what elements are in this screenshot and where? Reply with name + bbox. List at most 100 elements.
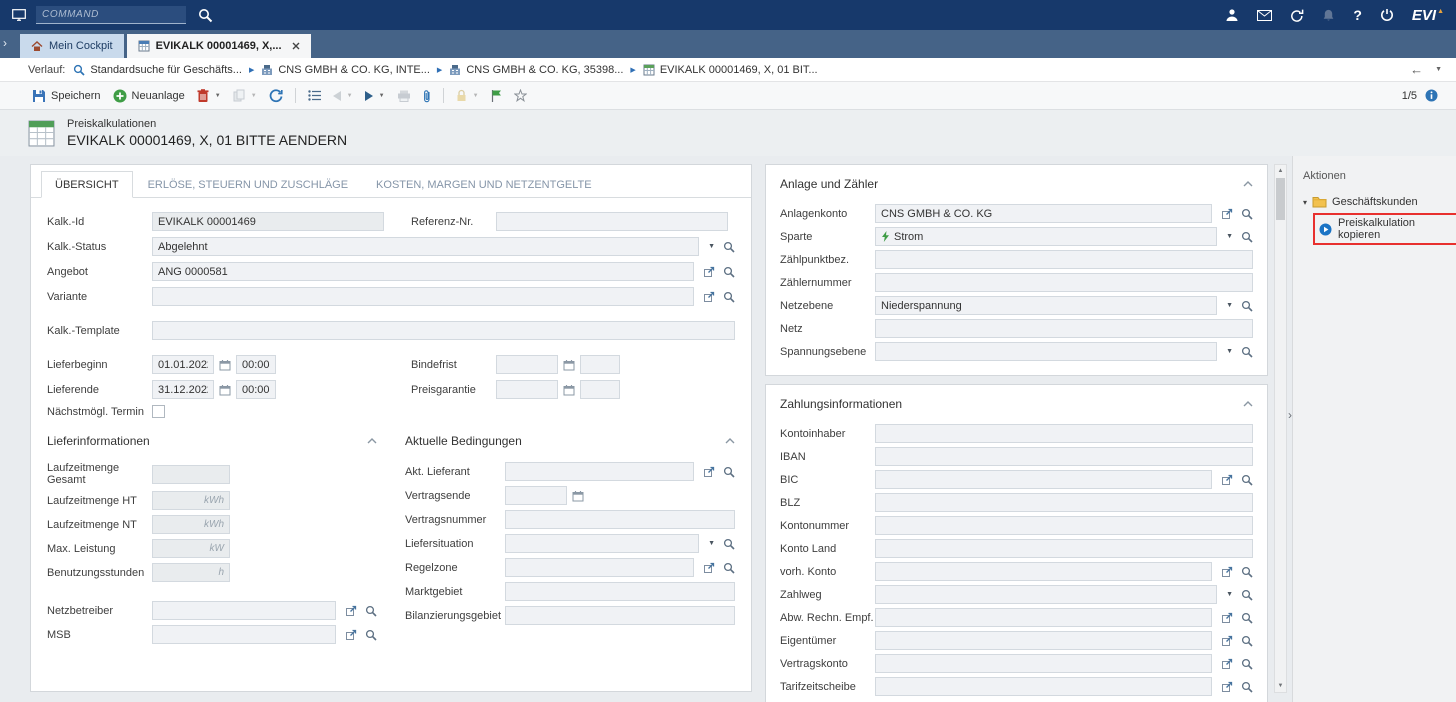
field-input[interactable]	[505, 462, 694, 481]
open-icon[interactable]	[1221, 635, 1233, 647]
search-icon[interactable]	[365, 605, 377, 617]
search-icon[interactable]	[1241, 346, 1253, 358]
field-input[interactable]	[580, 355, 620, 374]
calendar-icon[interactable]	[563, 384, 575, 396]
search-icon[interactable]	[723, 538, 735, 550]
tab-erloese-steuern-zuschlaege[interactable]: ERLÖSE, STEUERN UND ZUSCHLÄGE	[135, 172, 361, 197]
previous-record-button[interactable]: ▼	[327, 88, 359, 104]
open-icon[interactable]	[345, 605, 357, 617]
search-icon[interactable]	[198, 8, 213, 23]
field-input[interactable]	[496, 380, 558, 399]
expand-left-panel-icon[interactable]: ›	[3, 36, 7, 50]
dropdown-icon[interactable]: ▼	[708, 540, 715, 547]
breadcrumb-item-evikalk[interactable]: EVIKALK 00001469, X, 01 BIT...	[643, 64, 818, 76]
search-icon[interactable]	[1241, 566, 1253, 578]
field-input[interactable]	[152, 625, 336, 644]
field-input[interactable]	[875, 562, 1212, 581]
command-input[interactable]: COMMAND	[36, 6, 186, 24]
field-input[interactable]	[496, 355, 558, 374]
checkbox[interactable]	[152, 405, 165, 418]
open-icon[interactable]	[703, 266, 715, 278]
field-input[interactable]: 00:00	[236, 355, 276, 374]
field-input[interactable]	[875, 608, 1212, 627]
action-preiskalkulation-kopieren[interactable]: Preiskalkulation kopieren	[1313, 213, 1456, 245]
field-input[interactable]: Strom	[875, 227, 1217, 246]
favorite-button[interactable]	[508, 86, 533, 105]
save-button[interactable]: Speichern	[26, 86, 107, 106]
search-icon[interactable]	[1241, 635, 1253, 647]
search-icon[interactable]	[723, 466, 735, 478]
redo-icon[interactable]	[1290, 9, 1304, 22]
field-input[interactable]	[875, 342, 1217, 361]
user-icon[interactable]	[1225, 8, 1239, 22]
field-input[interactable]	[875, 424, 1253, 443]
info-icon[interactable]	[1425, 89, 1438, 102]
field-input[interactable]	[875, 585, 1217, 604]
help-icon[interactable]: ?	[1353, 7, 1362, 23]
lock-button[interactable]: ▼	[450, 86, 485, 105]
search-icon[interactable]	[1241, 612, 1253, 624]
search-icon[interactable]	[1241, 231, 1253, 243]
caret-down-icon[interactable]: ▼	[473, 93, 479, 99]
field-input[interactable]	[152, 287, 694, 306]
breadcrumb-item-customer-2[interactable]: CNS GMBH & CO. KG, 35398...	[449, 64, 623, 76]
power-icon[interactable]	[1380, 8, 1394, 22]
field-input[interactable]: h	[152, 563, 230, 582]
collapse-icon[interactable]	[1243, 401, 1253, 407]
caret-down-icon[interactable]: ▼	[251, 93, 257, 99]
flag-button[interactable]	[485, 86, 508, 105]
field-input[interactable]: kW	[152, 539, 230, 558]
search-icon[interactable]	[723, 562, 735, 574]
copy-button[interactable]: ▼	[227, 86, 263, 105]
caret-down-icon[interactable]: ▼	[379, 93, 385, 99]
field-input[interactable]: 31.12.2022	[152, 380, 214, 399]
list-button[interactable]	[302, 87, 327, 104]
dropdown-icon[interactable]: ▼	[1226, 302, 1233, 309]
new-button[interactable]: Neuanlage	[107, 86, 191, 106]
open-icon[interactable]	[703, 562, 715, 574]
open-icon[interactable]	[1221, 612, 1233, 624]
dropdown-icon[interactable]: ▼	[1226, 233, 1233, 240]
caret-down-icon[interactable]: ▼	[347, 93, 353, 99]
tab-mein-cockpit[interactable]: Mein Cockpit	[20, 34, 124, 58]
notifications-icon[interactable]	[1322, 9, 1335, 22]
field-input[interactable]: kWh	[152, 515, 230, 534]
search-icon[interactable]	[1241, 589, 1253, 601]
dropdown-icon[interactable]: ▼	[1226, 591, 1233, 598]
collapse-icon[interactable]	[725, 438, 735, 444]
tab-kosten-margen-netzentgelte[interactable]: KOSTEN, MARGEN UND NETZENTGELTE	[363, 172, 605, 197]
field-input[interactable]	[875, 470, 1212, 489]
field-input[interactable]	[875, 319, 1253, 338]
close-tab-icon[interactable]	[292, 42, 300, 50]
field-input[interactable]	[875, 539, 1253, 558]
search-icon[interactable]	[365, 629, 377, 641]
field-input[interactable]	[875, 654, 1212, 673]
search-icon[interactable]	[1241, 208, 1253, 220]
dropdown-icon[interactable]: ▼	[708, 243, 715, 250]
open-icon[interactable]	[1221, 658, 1233, 670]
field-input[interactable]	[875, 631, 1212, 650]
search-icon[interactable]	[723, 291, 735, 303]
field-input[interactable]: 00:00	[236, 380, 276, 399]
field-input[interactable]	[505, 510, 735, 529]
tab-evikalk[interactable]: EVIKALK 00001469, X,...	[127, 34, 311, 58]
search-icon[interactable]	[1241, 300, 1253, 312]
next-record-button[interactable]: ▼	[359, 88, 391, 104]
mail-icon[interactable]	[1257, 10, 1272, 21]
caret-down-icon[interactable]: ▼	[215, 93, 221, 99]
field-input[interactable]: Abgelehnt	[152, 237, 699, 256]
open-icon[interactable]	[1221, 208, 1233, 220]
search-icon[interactable]	[723, 266, 735, 278]
tree-expander-icon[interactable]: ▾	[1303, 198, 1307, 207]
breadcrumb-item-customer-1[interactable]: CNS GMBH & CO. KG, INTE...	[261, 64, 430, 76]
scrollbar-thumb[interactable]	[1276, 178, 1285, 220]
refresh-button[interactable]	[263, 86, 289, 106]
scroll-up-icon[interactable]: ▲	[1275, 165, 1286, 177]
back-arrow-icon[interactable]: ←	[1410, 62, 1423, 77]
collapse-icon[interactable]	[367, 438, 377, 444]
dropdown-icon[interactable]: ▼	[1226, 348, 1233, 355]
field-input[interactable]	[505, 582, 735, 601]
calendar-icon[interactable]	[563, 359, 575, 371]
field-input[interactable]	[875, 516, 1253, 535]
open-icon[interactable]	[345, 629, 357, 641]
